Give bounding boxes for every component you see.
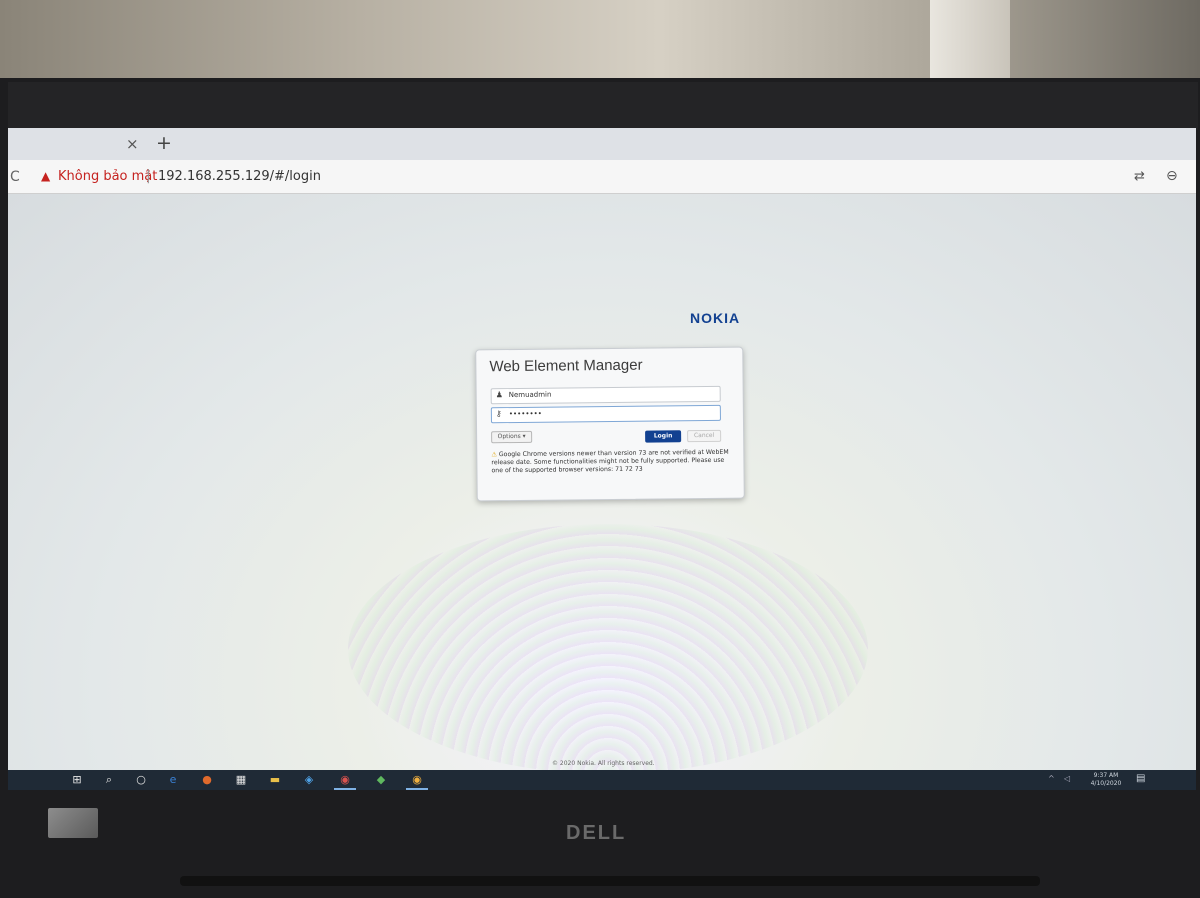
login-dialog: Web Element Manager ♟ ⚷ Options ▾ Login …	[475, 346, 745, 502]
speaker-icon[interactable]: ◁	[1064, 774, 1070, 783]
browser-warning-text: Google Chrome versions newer than versio…	[491, 448, 729, 475]
chrome-active-icon[interactable]: ◉	[410, 773, 424, 787]
clock-time: 9:37 AM	[1093, 772, 1119, 779]
dell-logo: DELL	[566, 822, 627, 844]
laptop-screen: × + C ▲ Không bảo mật | 192.168.255.129/…	[8, 128, 1196, 790]
address-bar[interactable]: C ▲ Không bảo mật | 192.168.255.129/#/lo…	[8, 160, 1196, 194]
key-icon: ⚷	[495, 409, 502, 419]
reload-icon[interactable]: C	[10, 169, 20, 185]
taskbar-active-indicator	[334, 788, 356, 790]
page-footer: © 2020 Nokia. All rights reserved.	[552, 760, 655, 767]
warning-icon: ⚠	[491, 451, 497, 459]
tray-chevron-icon[interactable]: ^	[1048, 774, 1055, 783]
search-icon[interactable]: ⌕	[102, 773, 116, 787]
windows-start-icon[interactable]: ⊞	[70, 773, 84, 787]
laptop-sticker	[48, 808, 98, 838]
laptop-bezel-top	[8, 82, 1198, 130]
screen-moire	[348, 524, 868, 774]
username-input[interactable]	[508, 388, 709, 400]
options-button[interactable]: Options ▾	[491, 430, 533, 444]
clock[interactable]: 9:37 AM 4/10/2020	[1086, 772, 1126, 788]
new-tab-icon[interactable]: +	[156, 132, 172, 154]
notification-icon[interactable]: ▤	[1136, 773, 1145, 784]
file-explorer-icon[interactable]: ▬	[268, 773, 282, 787]
url-text[interactable]: 192.168.255.129/#/login	[158, 169, 321, 184]
warning-triangle-icon: ▲	[41, 169, 51, 183]
edge-icon[interactable]: e	[166, 773, 180, 787]
translate-icon[interactable]: ⇄	[1134, 169, 1145, 184]
taskbar-active-indicator	[406, 788, 428, 790]
login-button[interactable]: Login	[645, 430, 682, 443]
app-grid-icon[interactable]: ▦	[234, 773, 248, 787]
password-input[interactable]	[508, 407, 709, 419]
browser-tabbar: × +	[8, 128, 1196, 160]
app-icon[interactable]: ◆	[374, 773, 388, 787]
web-page: NOKIA Web Element Manager ♟ ⚷ Options ▾ …	[8, 194, 1196, 774]
security-status[interactable]: Không bảo mật	[58, 169, 157, 184]
address-separator: |	[146, 168, 151, 184]
user-icon: ♟	[495, 390, 503, 400]
firefox-icon[interactable]: ●	[200, 773, 214, 787]
network-tool-icon[interactable]: ◈	[302, 773, 316, 787]
laptop-hinge	[180, 876, 1040, 886]
cortana-icon[interactable]: ○	[134, 773, 148, 787]
zoom-icon[interactable]: ⊖	[1166, 168, 1178, 184]
browser-warning: ⚠ Google Chrome versions newer than vers…	[491, 449, 729, 475]
nokia-logo: NOKIA	[690, 310, 741, 326]
tab-close-icon[interactable]: ×	[126, 135, 139, 153]
windows-taskbar: ⊞ ⌕ ○ e ● ▦ ▬ ◈ ◉ ◆ ◉ ^ ◁ 9:37 AM 4/10/2…	[8, 770, 1196, 790]
dialog-title: Web Element Manager	[489, 356, 643, 376]
cancel-button[interactable]: Cancel	[687, 429, 722, 443]
clock-date: 4/10/2020	[1090, 780, 1122, 787]
chrome-icon[interactable]: ◉	[338, 773, 352, 787]
username-field[interactable]: ♟	[490, 385, 721, 405]
password-field[interactable]: ⚷	[490, 404, 721, 424]
